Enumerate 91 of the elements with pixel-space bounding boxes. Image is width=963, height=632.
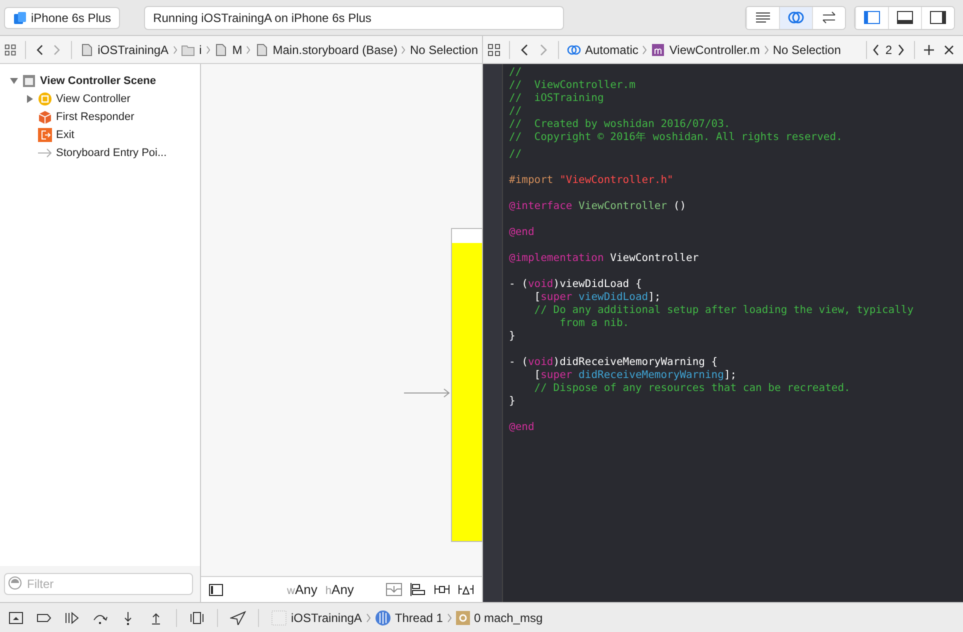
version-editor-button[interactable] bbox=[812, 6, 845, 28]
outline-item[interactable]: View Controller Scene bbox=[40, 72, 156, 90]
chevron-icon bbox=[366, 612, 371, 622]
chevron-icon bbox=[206, 44, 210, 54]
code-line: @end bbox=[509, 421, 534, 433]
jump-bar-item[interactable]: No Selection bbox=[410, 40, 478, 58]
grid-icon[interactable] bbox=[487, 42, 501, 56]
view-controller-icon bbox=[38, 92, 52, 106]
document-icon bbox=[214, 42, 228, 56]
code-line: @implementation ViewController bbox=[509, 252, 699, 264]
debug-panel-icon bbox=[895, 9, 915, 26]
chevron-icon bbox=[246, 44, 251, 54]
code-line: - (void)viewDidLoad { bbox=[509, 278, 642, 290]
disclosure-collapsed-icon[interactable] bbox=[26, 95, 34, 103]
counter-label: 2 bbox=[885, 42, 892, 58]
chevron-icon bbox=[642, 44, 648, 54]
code-line: // Copyright © 2016年 woshidan. All rights reserved. bbox=[509, 131, 842, 143]
code-line: #import "ViewController.h" bbox=[509, 174, 674, 186]
jump-bar-item[interactable]: Automatic bbox=[567, 40, 638, 58]
previous-icon[interactable] bbox=[871, 42, 882, 56]
scene-icon bbox=[22, 74, 36, 88]
disclosure-expanded-icon[interactable] bbox=[10, 77, 18, 85]
code-line: // ViewController.m bbox=[509, 79, 636, 91]
pin-icon[interactable] bbox=[434, 583, 450, 596]
jump-bar-item[interactable]: i bbox=[181, 40, 202, 58]
code-line: [super viewDidLoad]; bbox=[533, 291, 661, 303]
outline-item[interactable]: View Controller bbox=[56, 90, 130, 108]
utilities-panel-button[interactable] bbox=[921, 6, 954, 28]
app-icon bbox=[271, 610, 287, 626]
code-line: @interface ViewController () bbox=[509, 200, 686, 212]
scheme-selector[interactable]: iPhone 6s Plus bbox=[4, 6, 120, 28]
document-icon bbox=[254, 42, 269, 56]
outline-item[interactable]: Storyboard Entry Poi... bbox=[56, 144, 167, 162]
chevron-icon bbox=[446, 612, 452, 622]
code-line: // bbox=[509, 66, 522, 78]
jump-bar-item[interactable]: ViewController.m bbox=[651, 40, 760, 58]
code-line: // Do any additional setup after loading the view, typically bbox=[533, 304, 914, 316]
document-icon bbox=[80, 42, 94, 56]
thread-icon bbox=[374, 610, 391, 626]
code-line: // bbox=[509, 105, 522, 117]
outline-item[interactable]: Exit bbox=[56, 126, 74, 144]
filter-icon bbox=[8, 576, 22, 590]
file-icon bbox=[651, 42, 666, 56]
view-hierarchy-icon[interactable] bbox=[189, 610, 205, 624]
close-icon[interactable] bbox=[943, 44, 955, 56]
utilities-panel-icon bbox=[928, 9, 948, 26]
align-icon[interactable] bbox=[410, 583, 426, 596]
folder-icon bbox=[181, 42, 196, 56]
device-icon bbox=[13, 10, 27, 24]
debug-frame[interactable]: 0 mach_msg bbox=[474, 608, 543, 626]
width-size-class[interactable]: wAny bbox=[287, 580, 318, 600]
jump-bar-item[interactable]: M bbox=[214, 40, 242, 58]
code-line: // iOSTraining bbox=[509, 92, 604, 104]
cube-icon bbox=[38, 110, 52, 124]
location-icon[interactable] bbox=[230, 610, 246, 624]
assistant-icon bbox=[567, 42, 581, 56]
debug-thread[interactable]: Thread 1 bbox=[394, 608, 443, 626]
navigator-panel-icon bbox=[862, 9, 882, 26]
entry-arrow-icon bbox=[404, 388, 451, 398]
height-size-class[interactable]: hAny bbox=[325, 580, 354, 600]
assistant-editor-icon bbox=[786, 9, 806, 26]
continue-icon[interactable] bbox=[64, 610, 80, 624]
jump-bar-item[interactable]: Main.storyboard (Base) bbox=[254, 40, 398, 58]
arrow-icon bbox=[38, 146, 52, 160]
jump-bar-item[interactable]: iOSTrainingA bbox=[80, 40, 169, 58]
code-line: } bbox=[509, 330, 516, 342]
exit-icon bbox=[38, 128, 52, 142]
resolve-icon[interactable] bbox=[458, 583, 474, 596]
code-line: } bbox=[509, 395, 516, 407]
code-line: // Created by woshidan 2016/07/03. bbox=[509, 118, 730, 130]
outline-item[interactable]: First Responder bbox=[56, 108, 134, 126]
grid-icon[interactable] bbox=[4, 42, 17, 56]
add-icon[interactable] bbox=[923, 44, 935, 56]
chevron-icon bbox=[764, 44, 769, 54]
code-line: from a nib. bbox=[558, 317, 630, 329]
activity-view: Running iOSTrainingA on iPhone 6s Plus bbox=[144, 6, 564, 30]
code-line: @end bbox=[509, 226, 534, 238]
chevron-icon bbox=[401, 44, 406, 54]
assistant-editor-button[interactable] bbox=[779, 6, 812, 28]
code-line: // bbox=[509, 148, 522, 160]
next-icon[interactable] bbox=[896, 42, 906, 56]
code-line: // Dispose of any resources that can be recreated. bbox=[533, 382, 850, 394]
code-line: - (void)didReceiveMemoryWarning { bbox=[509, 356, 718, 368]
sidebar-toggle-icon[interactable] bbox=[209, 584, 223, 596]
chevron-icon bbox=[172, 44, 178, 54]
jump-bar-item[interactable]: No Selection bbox=[772, 40, 841, 58]
hide-debug-icon[interactable] bbox=[8, 610, 24, 624]
embed-icon[interactable] bbox=[386, 583, 402, 596]
filter-field[interactable]: Filter bbox=[4, 573, 193, 595]
debug-process[interactable]: iOSTrainingA bbox=[291, 608, 362, 626]
code-line: [super didReceiveMemoryWarning]; bbox=[533, 369, 737, 381]
